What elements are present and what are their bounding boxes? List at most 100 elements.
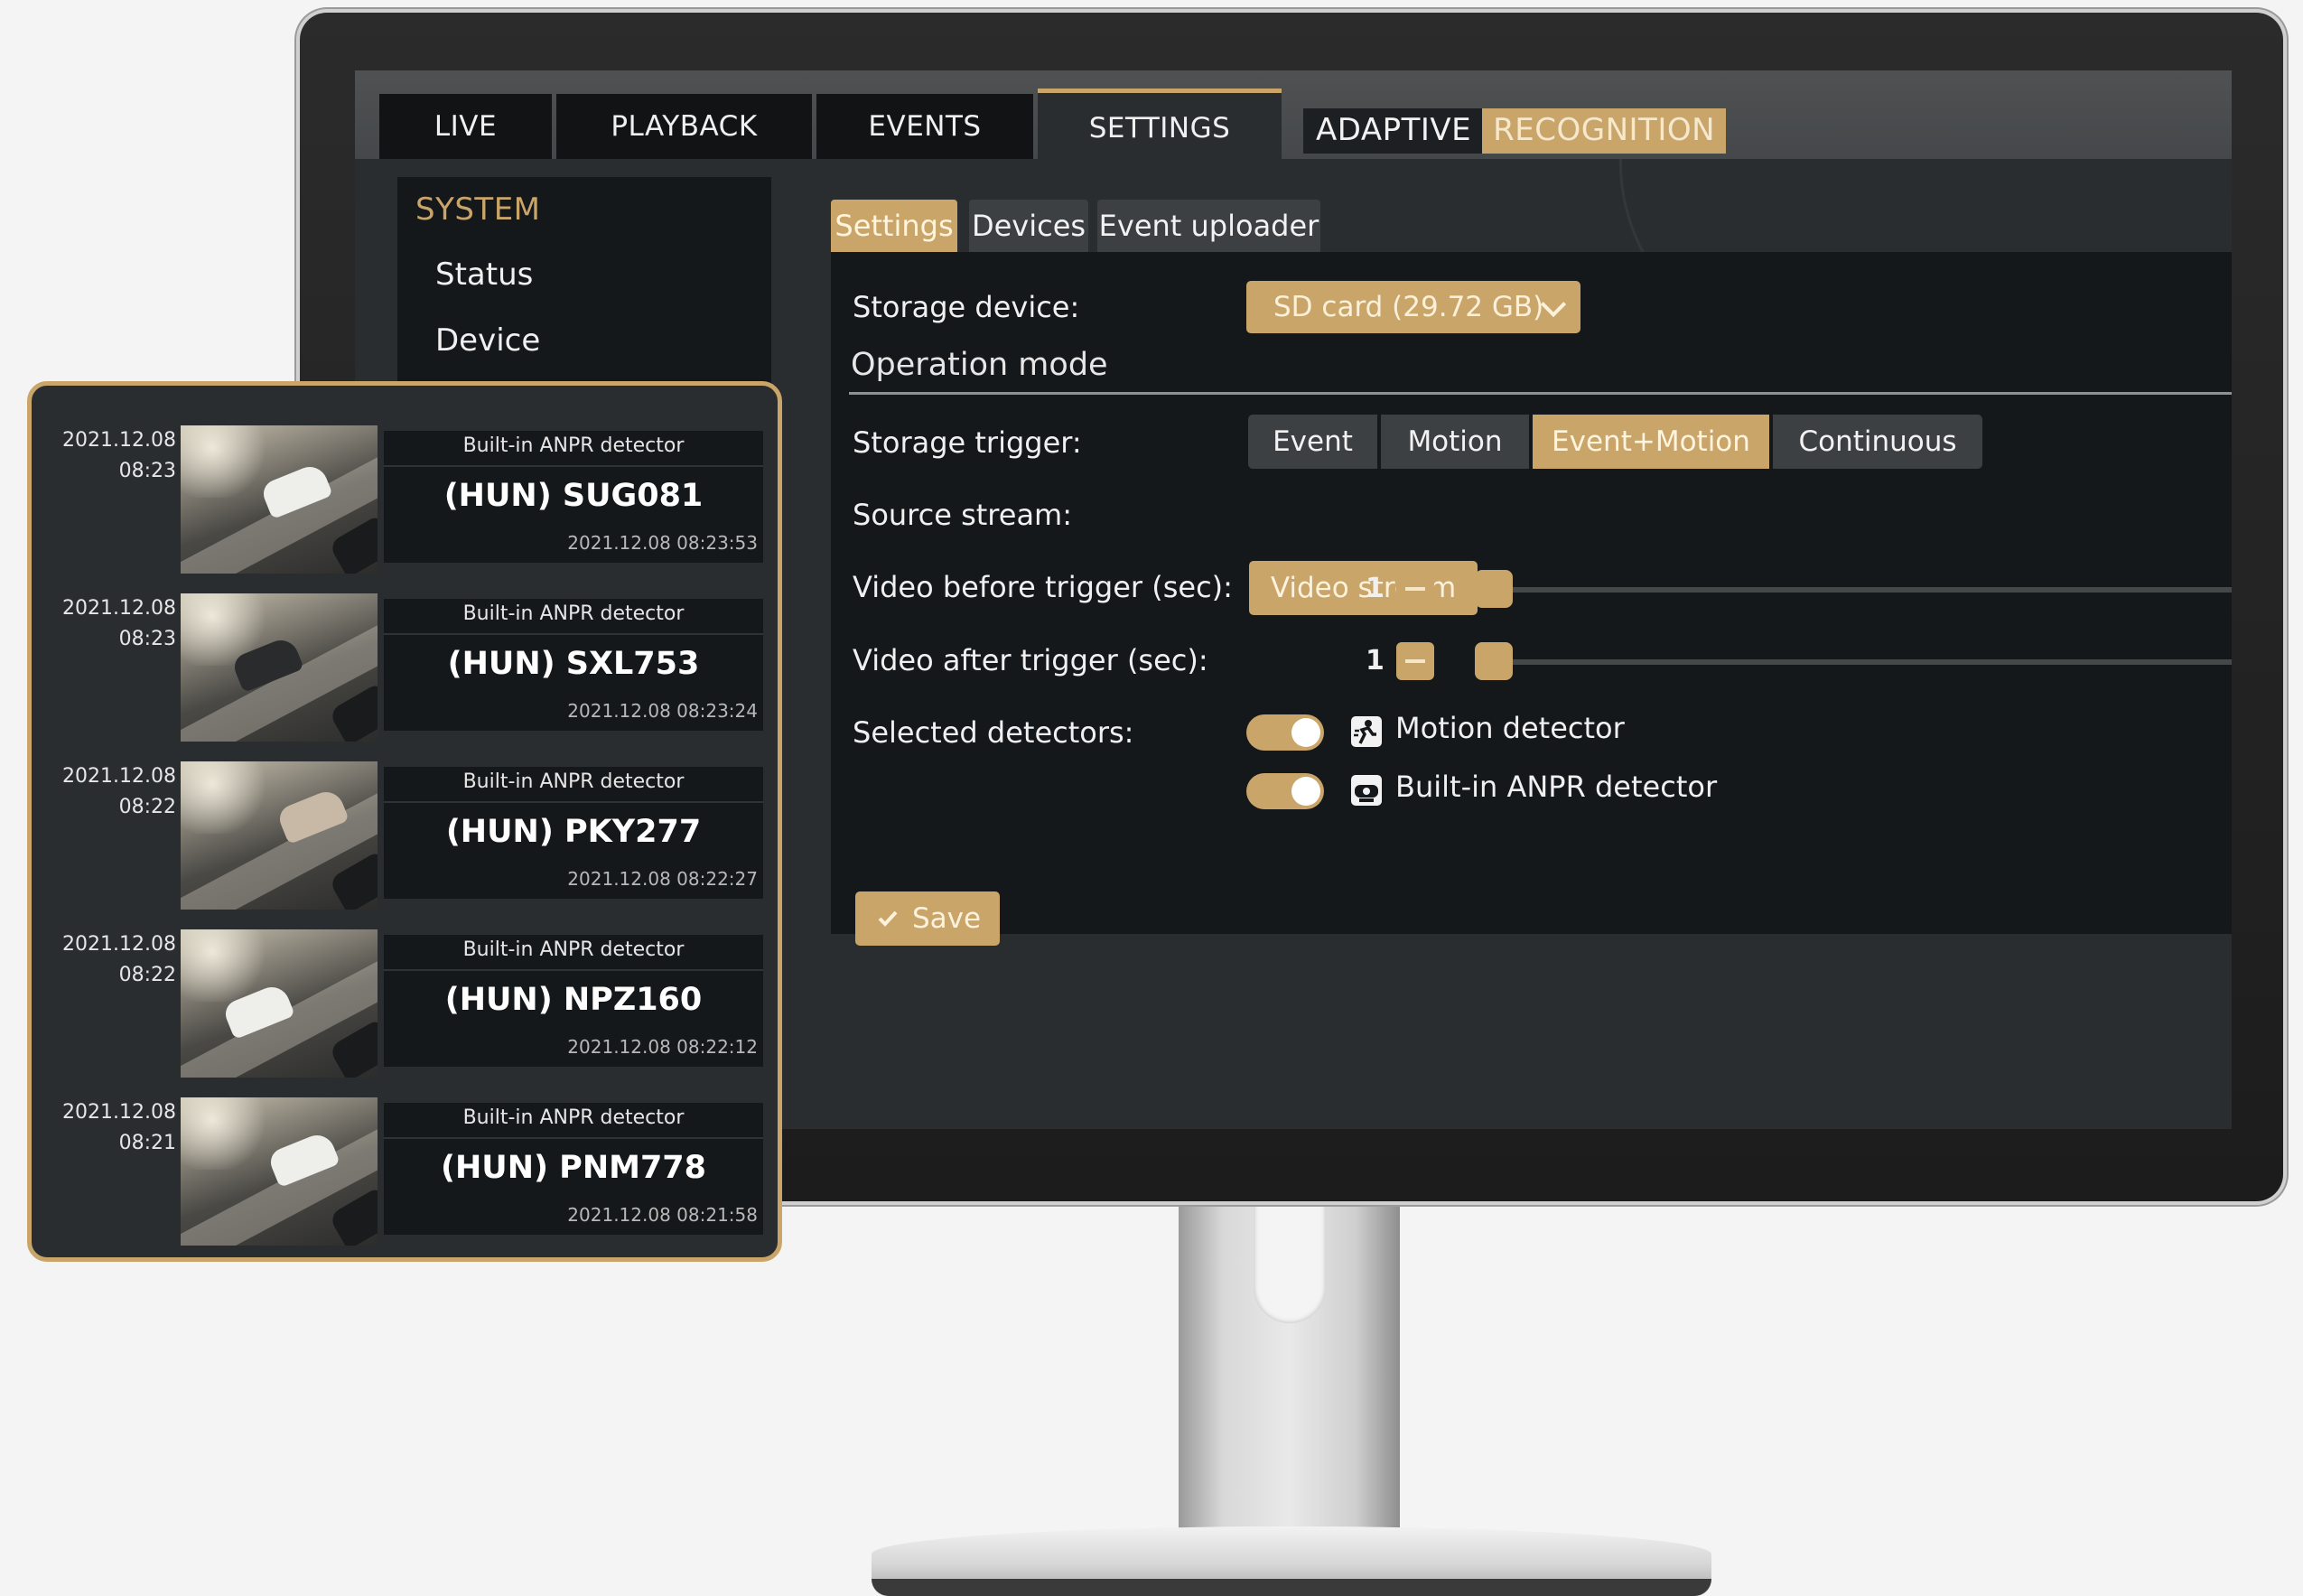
- event-detector: Built-in ANPR detector: [462, 434, 685, 457]
- video-before-slider-track[interactable]: [1481, 587, 2232, 593]
- event-detector: Built-in ANPR detector: [462, 938, 685, 961]
- event-card: Built-in ANPR detector (HUN) NPZ160 2021…: [384, 935, 763, 1067]
- video-before-trigger-value: 1: [1366, 573, 1385, 604]
- event-detector: Built-in ANPR detector: [462, 602, 685, 625]
- video-after-slider-handle[interactable]: [1475, 642, 1513, 680]
- event-time: 08:22: [118, 964, 176, 986]
- selected-detectors-label: Selected detectors:: [853, 715, 1134, 750]
- event-card-divider: [384, 1137, 763, 1139]
- sidebar-item-status[interactable]: Status: [435, 257, 533, 293]
- event-thumbnail[interactable]: [181, 1097, 378, 1246]
- video-before-trigger-label: Video before trigger (sec):: [853, 570, 1233, 604]
- event-thumbnail[interactable]: [181, 425, 378, 574]
- save-button[interactable]: Save: [855, 891, 1000, 946]
- storage-device-select[interactable]: SD card (29.72 GB): [1246, 281, 1580, 333]
- event-card: Built-in ANPR detector (HUN) SXL753 2021…: [384, 599, 763, 731]
- tab-events[interactable]: EVENTS: [816, 94, 1033, 159]
- event-date: 2021.12.08: [62, 429, 176, 452]
- storage-device-label: Storage device:: [853, 290, 1080, 324]
- trigger-option-event-motion[interactable]: Event+Motion: [1533, 415, 1769, 469]
- source-stream-label: Source stream:: [853, 498, 1072, 532]
- event-date: 2021.12.08: [62, 1101, 176, 1124]
- event-plate: (HUN) NPZ160: [444, 982, 703, 1018]
- event-plate: (HUN) PKY277: [445, 814, 702, 850]
- event-plate: (HUN) PNM778: [440, 1150, 706, 1186]
- section-divider: [849, 392, 2232, 395]
- top-navigation-bar: LIVE PLAYBACK EVENTS SETTINGS ADAPTIVE R…: [355, 70, 2232, 163]
- source-stream-select[interactable]: Video stream: [1249, 561, 1478, 615]
- event-timestamp: 2021.12.08 08:23:24: [567, 700, 758, 722]
- motion-detector-label: Motion detector: [1395, 711, 1625, 745]
- event-card: Built-in ANPR detector (HUN) SUG081 2021…: [384, 431, 763, 563]
- event-detector: Built-in ANPR detector: [462, 770, 685, 793]
- event-thumbnail[interactable]: [181, 929, 378, 1078]
- trigger-option-motion[interactable]: Motion: [1381, 415, 1529, 469]
- system-menu-title: SYSTEM: [415, 191, 541, 228]
- event-date-block: 2021.12.08 08:23: [41, 425, 176, 487]
- video-after-trigger-label: Video after trigger (sec):: [853, 643, 1208, 677]
- event-date: 2021.12.08: [62, 933, 176, 956]
- event-timestamp: 2021.12.08 08:23:53: [567, 532, 758, 554]
- event-timestamp: 2021.12.08 08:22:12: [567, 1036, 758, 1058]
- event-card-divider: [384, 633, 763, 635]
- event-card-divider: [384, 465, 763, 467]
- anpr-camera-icon: [1351, 775, 1382, 806]
- event-date: 2021.12.08: [62, 765, 176, 788]
- event-time: 08:22: [118, 796, 176, 818]
- event-date-block: 2021.12.08 08:23: [41, 593, 176, 655]
- trigger-option-continuous[interactable]: Continuous: [1773, 415, 1982, 469]
- event-time: 08:23: [118, 628, 176, 650]
- event-timestamp: 2021.12.08 08:21:58: [567, 1204, 758, 1226]
- event-thumbnail[interactable]: [181, 593, 378, 742]
- chevron-down-icon: [1540, 291, 1567, 318]
- tab-settings[interactable]: SETTINGS: [1038, 89, 1282, 163]
- tab-live[interactable]: LIVE: [379, 94, 552, 159]
- event-date-block: 2021.12.08 08:21: [41, 1097, 176, 1159]
- video-after-trigger-value: 1: [1366, 645, 1385, 677]
- event-card-divider: [384, 801, 763, 803]
- monitor-stand-base-edge: [872, 1579, 1711, 1596]
- subtab-settings[interactable]: Settings: [831, 200, 957, 252]
- motion-detector-toggle[interactable]: [1246, 714, 1324, 751]
- storage-device-value: SD card (29.72 GB): [1273, 291, 1544, 323]
- brand-logo-part1: ADAPTIVE: [1303, 108, 1483, 154]
- settings-panel: Storage device: SD card (29.72 GB) Opera…: [831, 252, 2232, 946]
- tab-playback[interactable]: PLAYBACK: [556, 94, 812, 159]
- event-time: 08:21: [118, 1132, 176, 1154]
- monitor-stand-cable-hole: [1254, 1201, 1326, 1323]
- save-button-label: Save: [911, 902, 982, 935]
- brand-logo: ADAPTIVE RECOGNITION: [1303, 108, 1727, 154]
- brand-logo-part2: RECOGNITION: [1482, 108, 1727, 154]
- event-detector: Built-in ANPR detector: [462, 1106, 685, 1129]
- sidebar-item-device[interactable]: Device: [435, 322, 540, 359]
- anpr-detector-label: Built-in ANPR detector: [1395, 770, 1718, 804]
- event-item[interactable]: 2021.12.08 08:23 Built-in ANPR detector …: [32, 386, 778, 574]
- storage-trigger-label: Storage trigger:: [853, 425, 1082, 460]
- event-card-divider: [384, 969, 763, 971]
- motion-detector-icon: [1351, 716, 1382, 747]
- event-date: 2021.12.08: [62, 597, 176, 620]
- event-time: 08:23: [118, 460, 176, 482]
- video-after-decrement-button[interactable]: [1396, 642, 1434, 680]
- trigger-option-event[interactable]: Event: [1248, 415, 1377, 469]
- event-date-block: 2021.12.08 08:22: [41, 761, 176, 823]
- event-item[interactable]: 2021.12.08 08:23 Built-in ANPR detector …: [32, 554, 778, 742]
- video-before-slider-handle[interactable]: [1475, 570, 1513, 608]
- event-item[interactable]: 2021.12.08 08:22 Built-in ANPR detector …: [32, 890, 778, 1078]
- video-before-decrement-button[interactable]: [1396, 570, 1434, 608]
- video-after-slider-track[interactable]: [1481, 659, 2232, 665]
- checkmark-icon: [878, 910, 898, 927]
- event-date-block: 2021.12.08 08:22: [41, 929, 176, 991]
- event-plate: (HUN) SXL753: [447, 646, 700, 682]
- event-item[interactable]: 2021.12.08 08:22 Built-in ANPR detector …: [32, 722, 778, 910]
- event-item[interactable]: 2021.12.08 08:21 Built-in ANPR detector …: [32, 1058, 778, 1246]
- event-plate: (HUN) SUG081: [443, 478, 704, 514]
- anpr-detector-toggle[interactable]: [1246, 773, 1324, 809]
- event-card: Built-in ANPR detector (HUN) PKY277 2021…: [384, 767, 763, 899]
- subtab-event-uploader[interactable]: Event uploader: [1097, 200, 1320, 252]
- events-list-panel: 2021.12.08 08:23 Built-in ANPR detector …: [27, 381, 782, 1262]
- event-thumbnail[interactable]: [181, 761, 378, 910]
- operation-mode-title: Operation mode: [851, 347, 1108, 383]
- event-card: Built-in ANPR detector (HUN) PNM778 2021…: [384, 1103, 763, 1235]
- subtab-devices[interactable]: Devices: [969, 200, 1088, 252]
